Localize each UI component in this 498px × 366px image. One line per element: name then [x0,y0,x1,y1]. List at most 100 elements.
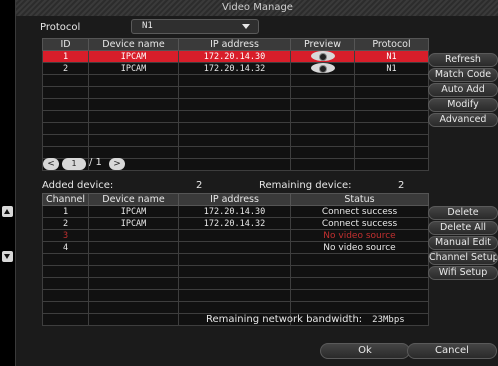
table-cell-ip [178,134,291,147]
next-page-button[interactable]: > [109,158,125,170]
page-total: / 1 [89,157,102,168]
added-device-label: Added device: [42,180,114,191]
table-cell-preview [290,158,355,171]
table-cell-preview [290,134,355,147]
table-row[interactable] [42,86,429,99]
page-number-field[interactable]: 1 [62,158,86,170]
auto-add-button[interactable]: Auto Add [428,83,498,97]
table-row[interactable] [42,74,429,87]
table-row[interactable] [42,265,429,278]
preview-eye-icon[interactable] [310,63,335,74]
prev-page-button[interactable]: < [43,158,59,170]
table-cell-protocol [354,146,429,159]
channel-table-header: Channel Device name IP address Status [42,193,429,206]
col-header-device-name: Device name [88,38,179,51]
table-cell-name [88,277,179,290]
scroll-down-button[interactable] [2,251,13,262]
table-row[interactable]: 2 IPCAM 172.20.14.32 Connect success [42,217,429,230]
match-code-button[interactable]: Match Code [428,68,498,82]
table-cell-id [42,86,89,99]
refresh-button[interactable]: Refresh [428,53,498,67]
table-cell-id [42,134,89,147]
added-device-count: 2 [196,180,203,191]
delete-button[interactable]: Delete [428,206,498,220]
modify-button[interactable]: Modify [428,98,498,112]
cancel-button[interactable]: Cancel [407,343,497,359]
table-cell-status [290,289,429,302]
table-cell-id [42,146,89,159]
table-cell-ip [178,110,291,123]
col-header-preview: Preview [290,38,355,51]
table-cell-status [290,301,429,314]
protocol-label: Protocol [40,22,81,33]
table-row[interactable] [42,122,429,135]
table-cell-name [88,146,179,159]
table-cell-channel [42,289,89,302]
table-cell-channel [42,277,89,290]
table-cell-name [88,289,179,302]
table-cell-ip [178,265,291,278]
table-cell-channel: 4 [42,241,89,254]
table-cell-ip: 172.20.14.32 [178,217,291,230]
table-cell-channel [42,253,89,266]
table-cell-name [88,98,179,111]
table-row[interactable] [42,277,429,290]
table-cell-status [290,253,429,266]
table-row[interactable]: 3 No video source [42,229,429,242]
col-header-status: Status [290,193,429,206]
table-cell-protocol: N1 [354,50,429,63]
wifi-setup-button[interactable]: Wifi Setup [428,266,498,280]
channel-setup-button[interactable]: Channel Setup [428,251,498,265]
table-row[interactable]: 1 IPCAM 172.20.14.30 N1 [42,50,429,63]
table-row[interactable] [42,253,429,266]
table-row[interactable]: 4 No video source [42,241,429,254]
table-row[interactable]: 1 IPCAM 172.20.14.30 Connect success [42,205,429,218]
remaining-device-count: 2 [398,180,405,191]
table-cell-ip [178,289,291,302]
table-cell-ip [178,301,291,314]
table-cell-preview [290,146,355,159]
table-cell-id: 2 [42,62,89,75]
col-header-protocol: Protocol [354,38,429,51]
table-cell-id [42,74,89,87]
device-table: ID Device name IP address Preview Protoc… [42,38,429,171]
table-cell-name [88,301,179,314]
table-cell-channel [42,265,89,278]
table-cell-name [88,86,179,99]
table-row[interactable] [42,134,429,147]
table-cell-status: No video source [290,229,429,242]
device-table-header: ID Device name IP address Preview Protoc… [42,38,429,51]
table-cell-ip [178,158,291,171]
table-cell-ip [178,253,291,266]
table-cell-channel [42,313,89,326]
channel-table: Channel Device name IP address Status 1I… [42,193,429,326]
ok-button[interactable]: Ok [320,343,410,359]
delete-all-button[interactable]: Delete All [428,221,498,235]
table-cell-preview [290,122,355,135]
remaining-device-label: Remaining device: [259,180,352,191]
table-cell-status [290,265,429,278]
protocol-select[interactable]: N1 [131,19,259,34]
table-cell-name [88,74,179,87]
table-cell-name: IPCAM [88,50,179,63]
table-cell-protocol [354,110,429,123]
table-cell-channel: 2 [42,217,89,230]
table-cell-ip [178,229,291,242]
table-cell-channel [42,301,89,314]
table-row[interactable] [42,301,429,314]
col-header-ip-address: IP address [178,38,291,51]
advanced-button[interactable]: Advanced [428,113,498,127]
preview-eye-icon[interactable] [310,51,335,62]
manual-edit-button[interactable]: Manual Edit [428,236,498,250]
protocol-selected-value: N1 [142,21,153,31]
table-row[interactable] [42,110,429,123]
bandwidth-info: Remaining network bandwidth: 23Mbps [206,314,405,325]
table-row[interactable] [42,98,429,111]
table-cell-name [88,313,179,326]
table-cell-protocol [354,134,429,147]
scroll-up-button[interactable] [2,206,13,217]
col-header-device-name: Device name [88,193,179,206]
table-row[interactable] [42,289,429,302]
table-cell-name [88,265,179,278]
table-row[interactable]: 2 IPCAM 172.20.14.32 N1 [42,62,429,75]
